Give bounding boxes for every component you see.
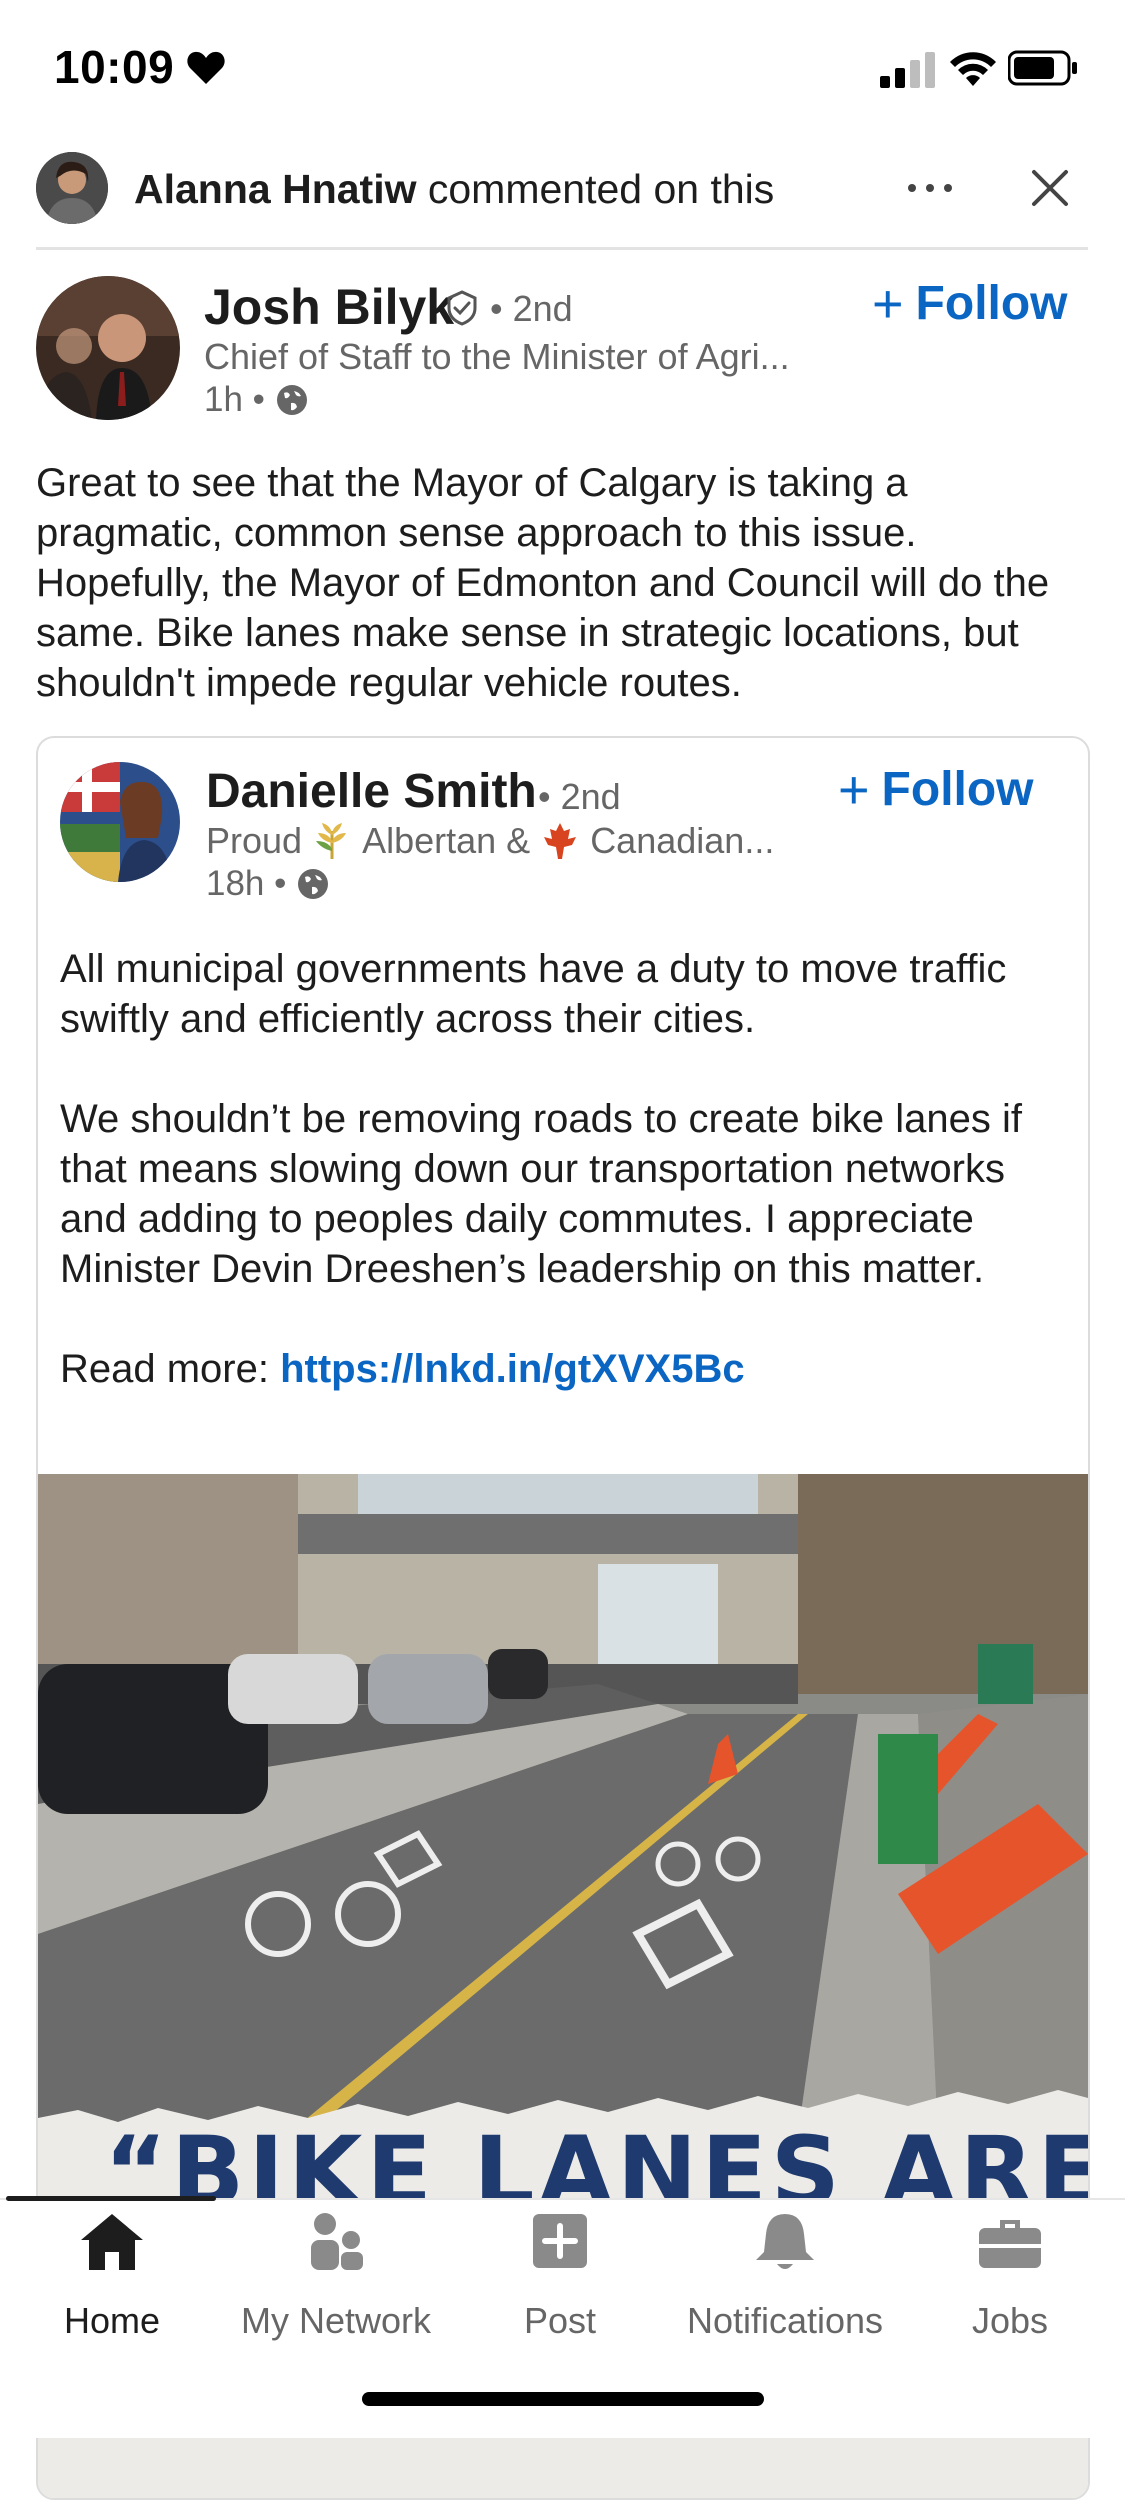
commenter-name[interactable]: Alanna Hnatiw [134, 166, 416, 212]
nav-home[interactable]: Home [12, 2210, 212, 2342]
plus-icon: + [838, 759, 870, 820]
headline-part: Proud [206, 820, 303, 861]
shared-link[interactable]: https://lnkd.in/gtXVX5Bc [280, 1347, 744, 1391]
globe-icon [276, 385, 307, 415]
shared-author-name[interactable]: Danielle Smith [206, 764, 537, 819]
nav-label: Notifications [686, 2300, 884, 2341]
verified-icon [447, 290, 477, 326]
headline-part: Canadian... [590, 820, 775, 861]
wheat-icon [316, 823, 347, 859]
bell-icon [756, 2214, 814, 2269]
network-icon [311, 2213, 363, 2270]
bike-lane-photo[interactable] [38, 1474, 1088, 2134]
briefcase-icon [979, 2220, 1041, 2268]
nav-post[interactable]: Post [460, 2210, 660, 2342]
shared-post-body: All municipal governments have a duty to… [60, 944, 1070, 1444]
shared-paragraph: We shouldn’t be removing roads to create… [60, 1097, 1023, 1291]
nav-my-network[interactable]: My Network [236, 2210, 436, 2342]
connection-degree: • 2nd [490, 288, 573, 329]
activity-action: commented on this [416, 166, 775, 212]
globe-icon [298, 869, 329, 899]
nav-jobs[interactable]: Jobs [910, 2210, 1110, 2342]
read-more-line: Read more: https://lnkd.in/gtXVX5Bc [60, 1344, 1070, 1394]
author-headline: Chief of Staff to the Minister of Agri..… [204, 336, 790, 377]
shared-paragraph: All municipal governments have a duty to… [60, 947, 1007, 1041]
shared-post-meta: 18h • [206, 864, 330, 904]
shared-author-headline: Proud Albertan & Canadian... [206, 820, 774, 862]
divider [36, 247, 1088, 250]
signal-icon [880, 52, 935, 88]
shared-follow-button[interactable]: + Follow [838, 762, 1034, 817]
post-icon [533, 2214, 587, 2268]
commenter-avatar[interactable] [36, 152, 108, 224]
maple-leaf-icon [544, 823, 577, 859]
headline-part: Albertan & [362, 820, 531, 861]
follow-label: Follow [881, 763, 1034, 816]
follow-button[interactable]: + Follow [872, 276, 1068, 331]
post-meta: 1h • [204, 380, 309, 420]
home-indicator[interactable] [362, 2392, 764, 2406]
plus-icon: + [872, 273, 904, 334]
status-time: 10:09 [54, 41, 175, 93]
home-icon [81, 2214, 143, 2270]
nav-label: Home [63, 2300, 161, 2341]
activity-text: Alanna Hnatiw commented on this [134, 166, 774, 213]
shared-connection-degree: • 2nd [538, 776, 621, 817]
nav-notifications[interactable]: Notifications [685, 2210, 885, 2342]
nav-label: My Network [240, 2300, 432, 2341]
active-tab-indicator [6, 2196, 216, 2201]
shared-post-time: 18h • [206, 864, 287, 903]
shared-author-avatar[interactable] [60, 762, 180, 882]
follow-label: Follow [915, 277, 1068, 330]
nav-label: Jobs [971, 2300, 1049, 2341]
post-body: Great to see that the Mayor of Calgary i… [36, 461, 1050, 705]
close-icon[interactable] [1026, 164, 1074, 212]
author-name[interactable]: Josh Bilyk [204, 278, 454, 336]
heart-icon [187, 51, 225, 84]
post-time: 1h • [204, 380, 265, 419]
more-horizontal-icon[interactable] [900, 168, 960, 208]
status-bar: 10:09 [0, 0, 1125, 135]
battery-icon [1008, 50, 1077, 86]
nav-label: Post [523, 2300, 597, 2341]
read-more-label: Read more: [60, 1347, 281, 1391]
wifi-icon [950, 52, 996, 86]
author-avatar[interactable] [36, 276, 180, 420]
